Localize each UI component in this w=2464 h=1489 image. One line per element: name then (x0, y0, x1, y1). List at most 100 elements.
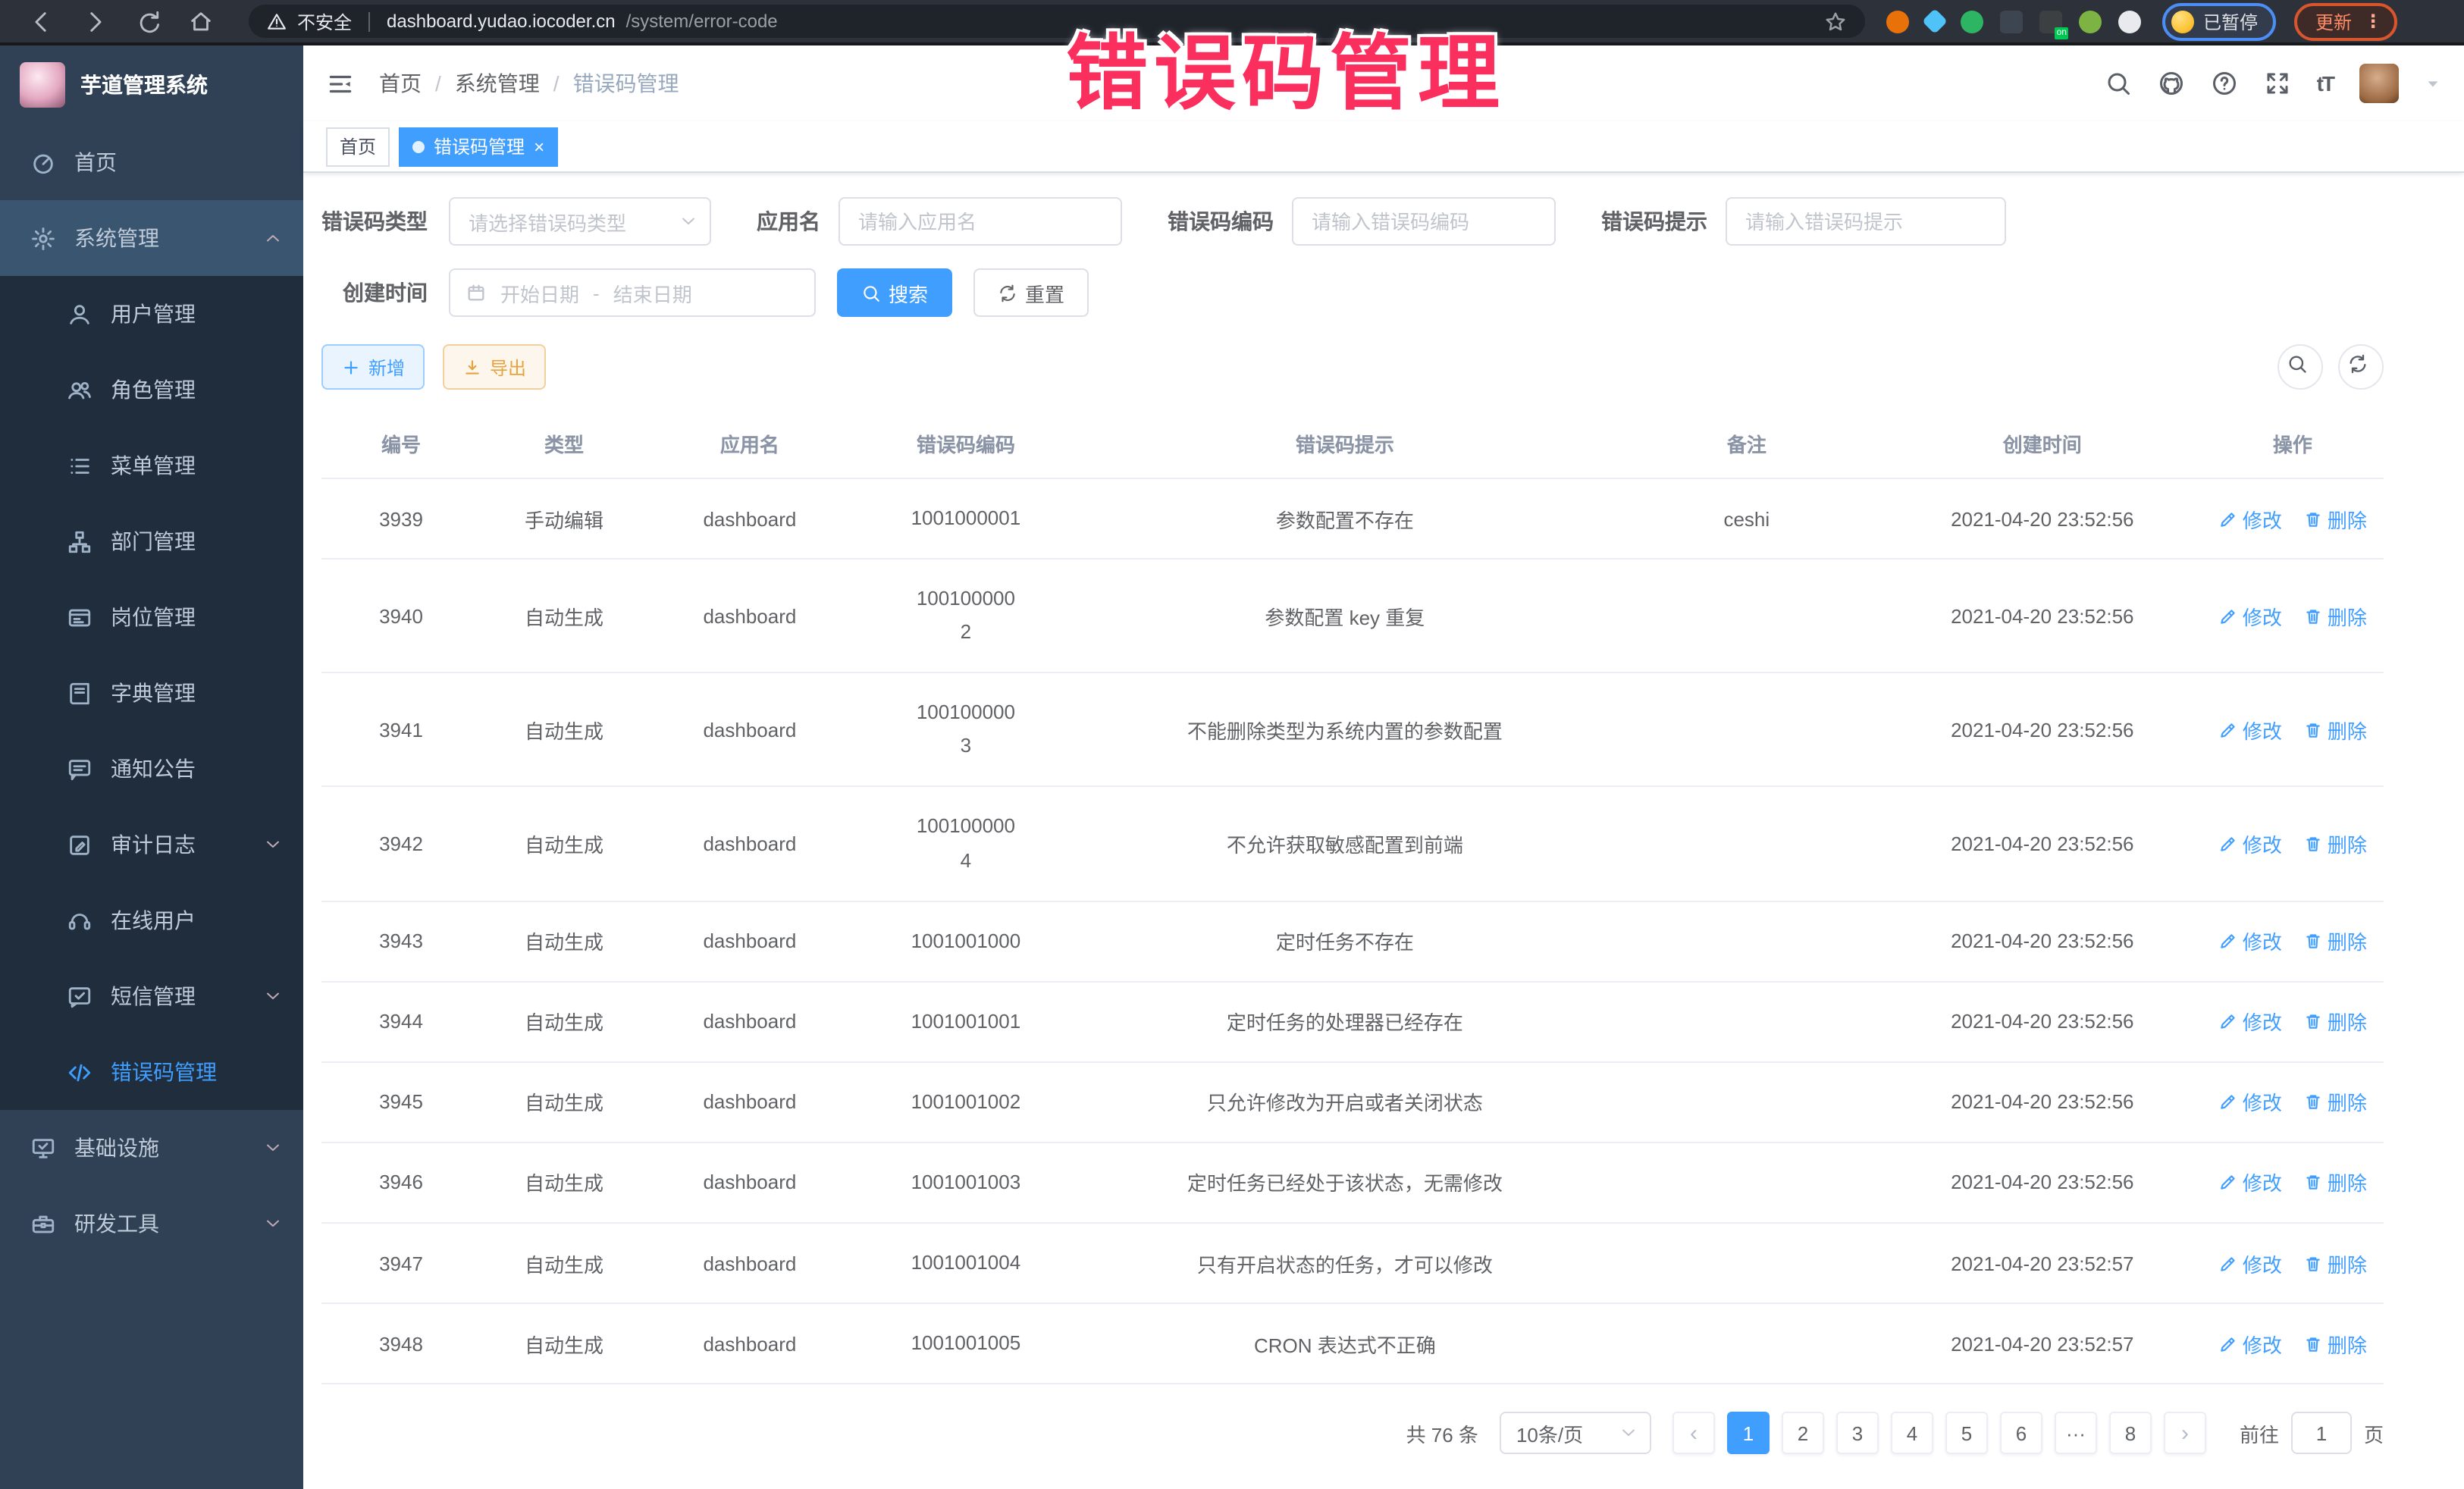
edit-link[interactable]: 修改 (2218, 1088, 2282, 1117)
browser-menu-icon[interactable]: ⋮ (2364, 11, 2382, 32)
delete-link[interactable]: 删除 (2303, 716, 2367, 744)
show-search-toggle-button[interactable] (2277, 344, 2323, 390)
sidebar-item-基础设施[interactable]: 基础设施 (0, 1110, 303, 1186)
cell-备注 (1610, 1303, 1883, 1384)
sidebar-item-用户管理[interactable]: 用户管理 (0, 276, 303, 352)
delete-link[interactable]: 删除 (2303, 1088, 2367, 1117)
edit-link[interactable]: 修改 (2218, 716, 2282, 744)
sidebar-item-label: 菜单管理 (111, 450, 196, 481)
tab-错误码管理[interactable]: 错误码管理× (399, 127, 558, 166)
sidebar-item-研发工具[interactable]: 研发工具 (0, 1186, 303, 1262)
user-avatar[interactable] (2359, 64, 2399, 103)
sidebar-item-首页[interactable]: 首页 (0, 124, 303, 200)
cell-备注 (1610, 559, 1883, 672)
collapse-sidebar-icon[interactable] (326, 69, 355, 98)
ext-orange-icon[interactable] (1886, 10, 1909, 33)
table-row: 3944自动生成dashboard1001001001定时任务的处理器已经存在2… (321, 982, 2384, 1062)
delete-link[interactable]: 删除 (2303, 601, 2367, 630)
ext-puzzle-icon[interactable] (2118, 10, 2141, 33)
next-page-button[interactable]: › (2164, 1412, 2206, 1454)
edit-link[interactable]: 修改 (2218, 1329, 2282, 1358)
page-button-5[interactable]: 5 (1945, 1412, 1988, 1454)
browser-back-icon[interactable] (29, 8, 55, 34)
page-button-2[interactable]: 2 (1782, 1412, 1824, 1454)
delete-link[interactable]: 删除 (2303, 829, 2367, 858)
sidebar-item-审计日志[interactable]: 审计日志 (0, 807, 303, 882)
sidebar-item-岗位管理[interactable]: 岗位管理 (0, 579, 303, 655)
sidebar-item-在线用户[interactable]: 在线用户 (0, 882, 303, 958)
notice-icon (67, 756, 92, 782)
profile-paused-badge[interactable]: 已暂停 (2162, 2, 2276, 40)
sidebar-item-菜单管理[interactable]: 菜单管理 (0, 428, 303, 503)
edit-link[interactable]: 修改 (2218, 601, 2282, 630)
delete-link[interactable]: 删除 (2303, 1008, 2367, 1036)
tab-close-icon[interactable]: × (534, 137, 544, 155)
delete-link[interactable]: 删除 (2303, 1329, 2367, 1358)
header-search-icon[interactable] (2105, 70, 2132, 97)
page-button-8[interactable]: 8 (2109, 1412, 2152, 1454)
page-size-select[interactable]: 10条/页 (1500, 1412, 1651, 1454)
page-button-6[interactable]: 6 (2000, 1412, 2042, 1454)
address-bar[interactable]: 不安全 dashboard.yudao.iocoder.cn /system/e… (249, 5, 1865, 38)
browser-home-icon[interactable] (188, 8, 214, 34)
sidebar-item-通知公告[interactable]: 通知公告 (0, 731, 303, 807)
error-hint-input[interactable] (1726, 197, 2006, 246)
app-logo-row[interactable]: 芋道管理系统 (0, 45, 303, 124)
browser-reload-icon[interactable] (135, 8, 161, 34)
delete-link[interactable]: 删除 (2303, 1249, 2367, 1277)
sidebar-item-系统管理[interactable]: 系统管理 (0, 200, 303, 276)
breadcrumb-home[interactable]: 首页 (379, 68, 422, 99)
prev-page-button[interactable]: ‹ (1672, 1412, 1715, 1454)
ext-on-icon[interactable]: on (2039, 10, 2062, 33)
edit-link[interactable]: 修改 (2218, 504, 2282, 533)
edit-link[interactable]: 修改 (2218, 1249, 2282, 1277)
breadcrumb-system[interactable]: 系统管理 (455, 68, 540, 99)
export-button[interactable]: 导出 (443, 344, 546, 390)
help-icon[interactable] (2211, 70, 2238, 97)
sidebar-item-部门管理[interactable]: 部门管理 (0, 503, 303, 579)
column-header: 备注 (1610, 409, 1883, 478)
edit-link[interactable]: 修改 (2218, 1008, 2282, 1036)
jump-page-input[interactable] (2291, 1412, 2352, 1454)
edit-icon (2218, 1092, 2238, 1112)
ext-gem-icon[interactable] (1922, 8, 1948, 34)
user-menu-caret-icon[interactable] (2425, 75, 2441, 92)
sidebar-item-角色管理[interactable]: 角色管理 (0, 352, 303, 428)
github-icon[interactable] (2158, 70, 2185, 97)
more-pages-button[interactable]: ··· (2055, 1412, 2097, 1454)
sidebar-item-字典管理[interactable]: 字典管理 (0, 655, 303, 731)
edit-link[interactable]: 修改 (2218, 926, 2282, 955)
sidebar-item-短信管理[interactable]: 短信管理 (0, 958, 303, 1034)
error-code-input[interactable] (1292, 197, 1556, 246)
tab-首页[interactable]: 首页 (326, 127, 390, 166)
users-icon (67, 377, 92, 403)
cell-操作: 修改删除 (2202, 901, 2384, 981)
page-button-1[interactable]: 1 (1727, 1412, 1770, 1454)
browser-forward-icon[interactable] (82, 8, 108, 34)
error-type-select[interactable]: 请选择错误码类型 (449, 197, 711, 246)
page-button-3[interactable]: 3 (1836, 1412, 1879, 1454)
fullscreen-icon[interactable] (2264, 70, 2291, 97)
page-button-4[interactable]: 4 (1891, 1412, 1933, 1454)
reset-button[interactable]: 重置 (973, 268, 1089, 317)
search-button[interactable]: 搜索 (837, 268, 952, 317)
refresh-table-button[interactable] (2338, 344, 2384, 390)
font-size-icon[interactable]: tT (2317, 71, 2334, 96)
create-time-range-picker[interactable]: 开始日期 - 结束日期 (449, 268, 816, 317)
ext-key-icon[interactable] (2079, 10, 2102, 33)
browser-update-button[interactable]: 更新 ⋮ (2294, 2, 2397, 40)
delete-link[interactable]: 删除 (2303, 1168, 2367, 1197)
edit-link[interactable]: 修改 (2218, 1168, 2282, 1197)
add-button[interactable]: 新增 (321, 344, 425, 390)
edit-link[interactable]: 修改 (2218, 829, 2282, 858)
delete-link[interactable]: 删除 (2303, 504, 2367, 533)
edit-icon (2218, 1253, 2238, 1273)
app-name-input[interactable] (839, 197, 1122, 246)
cell-错误码编码: 100100000 4 (852, 787, 1080, 901)
ext-green-icon[interactable] (1961, 10, 1983, 33)
ext-grid-icon[interactable] (2000, 10, 2023, 33)
jump-suffix-label: 页 (2364, 1418, 2384, 1447)
delete-link[interactable]: 删除 (2303, 926, 2367, 955)
bookmark-star-icon[interactable] (1824, 10, 1847, 33)
sidebar-item-错误码管理[interactable]: 错误码管理 (0, 1034, 303, 1110)
